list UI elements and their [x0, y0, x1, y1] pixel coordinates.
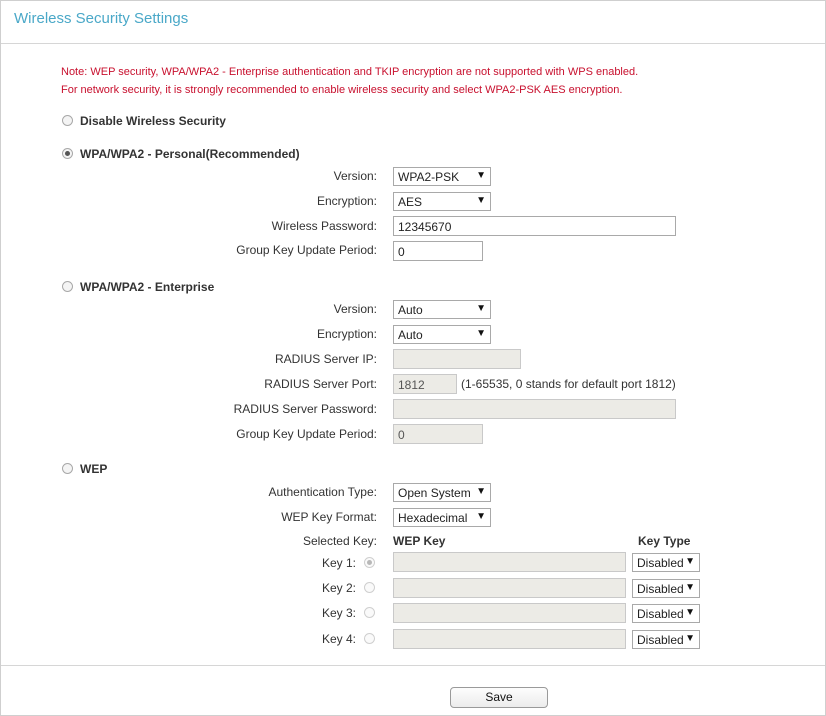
- wep-key-column-header: WEP Key: [393, 534, 446, 548]
- enterprise-encryption-select[interactable]: Auto ▼: [393, 325, 491, 344]
- key-4-input[interactable]: [393, 629, 626, 649]
- enterprise-version-select[interactable]: Auto ▼: [393, 300, 491, 319]
- caret-down-icon: ▼: [476, 511, 486, 522]
- wireless-password-input[interactable]: 12345670: [393, 216, 676, 236]
- save-button[interactable]: Save: [450, 687, 548, 708]
- personal-encryption-label: Encryption:: [316, 194, 377, 208]
- radius-ip-input[interactable]: [393, 349, 521, 369]
- personal-group-key-label: Group Key Update Period:: [236, 243, 377, 257]
- radius-password-input[interactable]: [393, 399, 676, 419]
- caret-down-icon: ▼: [685, 607, 695, 618]
- key-3-type-value: Disabled: [637, 607, 684, 621]
- key-format-label: WEP Key Format:: [281, 510, 377, 524]
- key-3-input[interactable]: [393, 603, 626, 623]
- key-format-select[interactable]: Hexadecimal ▼: [393, 508, 491, 527]
- key-2-label: Key 2:: [321, 581, 356, 595]
- wpa-enterprise-label: WPA/WPA2 - Enterprise: [80, 280, 215, 294]
- disable-security-label: Disable Wireless Security: [80, 114, 226, 128]
- personal-version-select[interactable]: WPA2-PSK ▼: [393, 167, 491, 186]
- caret-down-icon: ▼: [685, 582, 695, 593]
- selected-key-label: Selected Key:: [302, 534, 377, 548]
- settings-panel: Wireless Security Settings Note: WEP sec…: [0, 0, 826, 716]
- radio-wpa-personal[interactable]: [62, 148, 73, 159]
- key-2-type-value: Disabled: [637, 582, 684, 596]
- key-3-radio[interactable]: [364, 607, 375, 618]
- caret-down-icon: ▼: [476, 486, 486, 497]
- key-2-input[interactable]: [393, 578, 626, 598]
- enterprise-version-label: Version:: [333, 302, 377, 316]
- key-2-type-select[interactable]: Disabled ▼: [632, 579, 700, 598]
- radius-ip-label: RADIUS Server IP:: [274, 352, 377, 366]
- personal-group-key-input[interactable]: 0: [393, 241, 483, 261]
- enterprise-group-key-input[interactable]: 0: [393, 424, 483, 444]
- caret-down-icon: ▼: [685, 633, 695, 644]
- key-1-input[interactable]: [393, 552, 626, 572]
- radio-wep[interactable]: [62, 463, 73, 474]
- key-3-type-select[interactable]: Disabled ▼: [632, 604, 700, 623]
- footer-divider: [1, 665, 825, 666]
- radius-port-hint: (1-65535, 0 stands for default port 1812…: [461, 377, 676, 391]
- wpa-personal-label: WPA/WPA2 - Personal(Recommended): [80, 147, 300, 161]
- auth-type-select[interactable]: Open System ▼: [393, 483, 491, 502]
- key-2-radio[interactable]: [364, 582, 375, 593]
- radius-password-label: RADIUS Server Password:: [233, 402, 377, 416]
- caret-down-icon: ▼: [476, 170, 486, 181]
- note-wps: Note: WEP security, WPA/WPA2 - Enterpris…: [61, 66, 639, 78]
- key-1-radio[interactable]: [364, 557, 375, 568]
- caret-down-icon: ▼: [476, 195, 486, 206]
- title-divider: [1, 43, 825, 44]
- key-4-type-select[interactable]: Disabled ▼: [632, 630, 700, 649]
- key-1-type-value: Disabled: [637, 556, 684, 570]
- key-3-label: Key 3:: [321, 606, 356, 620]
- key-1-label: Key 1:: [321, 556, 356, 570]
- caret-down-icon: ▼: [476, 328, 486, 339]
- wireless-password-label: Wireless Password:: [271, 219, 377, 233]
- enterprise-encryption-value: Auto: [398, 328, 423, 342]
- key-4-type-value: Disabled: [637, 633, 684, 647]
- personal-encryption-value: AES: [398, 195, 423, 209]
- personal-encryption-select[interactable]: AES ▼: [393, 192, 491, 211]
- auth-type-value: Open System: [398, 486, 471, 500]
- wep-label: WEP: [80, 462, 108, 476]
- personal-version-value: WPA2-PSK: [398, 170, 460, 184]
- radius-port-label: RADIUS Server Port:: [264, 377, 377, 391]
- enterprise-version-value: Auto: [398, 303, 423, 317]
- caret-down-icon: ▼: [476, 303, 486, 314]
- radio-wpa-enterprise[interactable]: [62, 281, 73, 292]
- note-recommendation: For network security, it is strongly rec…: [61, 84, 623, 96]
- key-format-value: Hexadecimal: [398, 511, 468, 525]
- auth-type-label: Authentication Type:: [268, 485, 377, 499]
- personal-version-label: Version:: [333, 169, 377, 183]
- caret-down-icon: ▼: [685, 556, 695, 567]
- key-type-column-header: Key Type: [638, 534, 691, 548]
- radius-port-input[interactable]: 1812: [393, 374, 457, 394]
- enterprise-group-key-label: Group Key Update Period:: [236, 427, 377, 441]
- key-4-radio[interactable]: [364, 633, 375, 644]
- key-4-label: Key 4:: [321, 632, 356, 646]
- page-title: Wireless Security Settings: [14, 10, 189, 27]
- radio-disable-security[interactable]: [62, 115, 73, 126]
- enterprise-encryption-label: Encryption:: [316, 327, 377, 341]
- key-1-type-select[interactable]: Disabled ▼: [632, 553, 700, 572]
